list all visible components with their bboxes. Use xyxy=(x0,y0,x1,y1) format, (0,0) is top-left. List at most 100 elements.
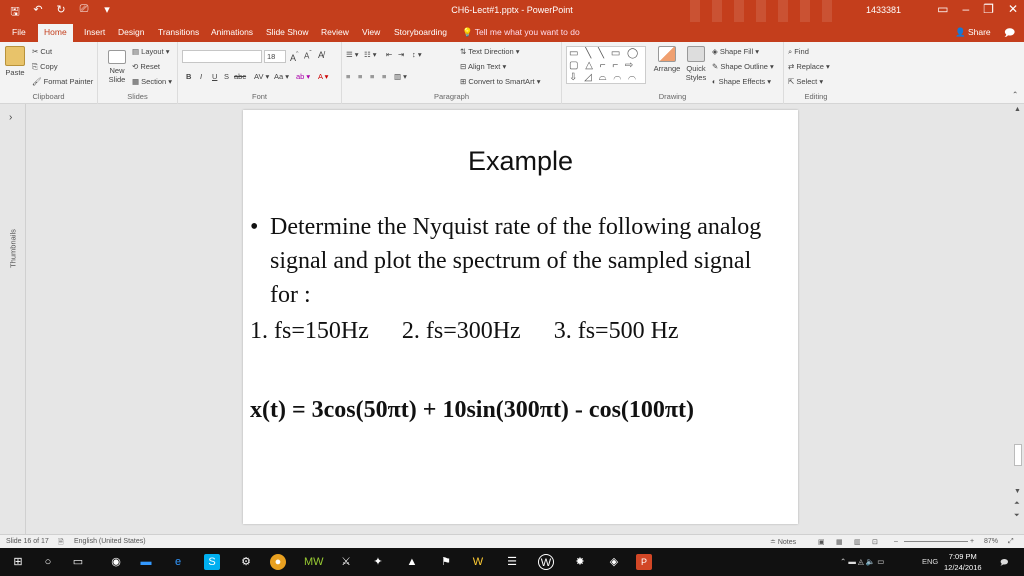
maps-icon[interactable]: ◉ xyxy=(108,554,124,570)
comments-icon[interactable]: 🗩 xyxy=(1004,26,1015,43)
decrease-indent-icon[interactable]: ⇤ xyxy=(386,50,392,59)
layout-button[interactable]: ▤ Layout ▾ xyxy=(132,47,170,56)
tab-review[interactable]: Review xyxy=(321,27,349,37)
section-button[interactable]: ▦ Section ▾ xyxy=(132,77,172,86)
thumbnails-label[interactable]: Thumbnails xyxy=(9,214,18,284)
skype-icon[interactable]: S xyxy=(204,554,220,570)
tab-animations[interactable]: Animations xyxy=(211,27,253,37)
grow-font-icon[interactable]: Aˆ xyxy=(290,50,299,63)
tab-home[interactable]: Home xyxy=(38,24,73,42)
tab-insert[interactable]: Insert xyxy=(84,27,105,37)
zoom-level[interactable]: 87% xyxy=(984,538,998,545)
paste-button[interactable]: Paste xyxy=(2,46,28,77)
bold-button[interactable]: B xyxy=(186,72,191,81)
align-center-icon[interactable]: ≡ xyxy=(358,72,362,81)
app-5-icon[interactable]: ✸ xyxy=(572,554,588,570)
highlight-icon[interactable]: ab ▾ xyxy=(296,72,310,81)
tab-slide-show[interactable]: Slide Show xyxy=(266,27,309,37)
scrollbar-thumb[interactable] xyxy=(1014,444,1022,466)
bullet-text[interactable]: • Determine the Nyquist rate of the foll… xyxy=(250,210,780,312)
italic-button[interactable]: I xyxy=(200,72,202,81)
shadow-button[interactable]: S xyxy=(224,72,229,81)
change-case-icon[interactable]: Aa ▾ xyxy=(274,72,289,81)
tab-view[interactable]: View xyxy=(362,27,380,37)
font-size-input[interactable]: 18 xyxy=(264,50,286,63)
replace-button[interactable]: ⇄ Replace ▾ xyxy=(788,62,830,71)
find-button[interactable]: ⌕ Find xyxy=(788,47,809,57)
winamp-icon[interactable]: W xyxy=(470,554,486,570)
user-name[interactable]: 1433381 xyxy=(866,5,901,15)
select-button[interactable]: ⇱ Select ▾ xyxy=(788,77,823,86)
game-app-icon[interactable]: ⚔ xyxy=(338,554,354,570)
quick-styles-button[interactable]: Quick Styles xyxy=(682,46,710,82)
align-text-button[interactable]: ⊟ Align Text ▾ xyxy=(460,62,506,71)
tab-design[interactable]: Design xyxy=(118,27,144,37)
scroll-up-icon[interactable]: ▲ xyxy=(1014,106,1021,113)
font-name-input[interactable] xyxy=(182,50,262,63)
reset-button[interactable]: ⟲ Reset xyxy=(132,62,160,71)
slideshow-view-icon[interactable]: ⊡ xyxy=(872,538,878,546)
copy-button[interactable]: ⎘ Copy xyxy=(32,62,58,72)
normal-view-icon[interactable]: ▣ xyxy=(818,538,825,546)
cortana-icon[interactable]: ○ xyxy=(40,554,56,570)
input-language[interactable]: ENG xyxy=(922,557,938,566)
shape-fill-button[interactable]: ◈ Shape Fill ▾ xyxy=(712,47,759,56)
close-icon[interactable]: ✕ xyxy=(1008,2,1018,16)
zoom-in-icon[interactable]: + xyxy=(970,538,974,545)
chrome-icon[interactable]: ● xyxy=(270,554,286,570)
format-painter-button[interactable]: 🖌 Format Painter xyxy=(32,77,93,86)
zoom-out-icon[interactable]: – xyxy=(894,538,898,545)
clear-format-icon[interactable]: A̸ xyxy=(318,50,324,60)
tab-transitions[interactable]: Transitions xyxy=(158,27,199,37)
share-button[interactable]: 👤 Share xyxy=(955,27,991,38)
convert-smartart-button[interactable]: ⊞ Convert to SmartArt ▾ xyxy=(460,77,541,86)
sorter-view-icon[interactable]: ▦ xyxy=(836,538,843,546)
numbering-icon[interactable]: ☷ ▾ xyxy=(364,50,377,59)
char-spacing-icon[interactable]: AV ▾ xyxy=(254,72,269,81)
notes-button[interactable]: ≐ Notes xyxy=(770,538,796,546)
edge-browser-icon[interactable]: e xyxy=(170,554,186,570)
file-explorer-icon[interactable]: ▬ xyxy=(138,554,154,570)
action-center-icon[interactable]: 🗩 xyxy=(1000,557,1008,570)
shape-outline-button[interactable]: ✎ Shape Outline ▾ xyxy=(712,62,774,71)
tell-me-input[interactable]: 💡 Tell me what you want to do xyxy=(462,27,580,38)
app-icon[interactable]: ☰ xyxy=(504,554,520,570)
shrink-font-icon[interactable]: Aˇ xyxy=(304,50,312,61)
expand-thumbnails-icon[interactable]: › xyxy=(9,112,12,123)
windows-start-icon[interactable]: ⊞ xyxy=(10,554,26,570)
strikethrough-button[interactable]: abc xyxy=(234,72,246,81)
line-spacing-icon[interactable]: ↕ ▾ xyxy=(412,50,422,59)
wolfram-icon[interactable]: W xyxy=(538,554,554,570)
zoom-slider[interactable] xyxy=(904,541,968,542)
ribbon-display-icon[interactable]: ▭ xyxy=(937,2,948,16)
shape-effects-button[interactable]: ◐ Shape Effects ▾ xyxy=(712,77,771,86)
next-slide-icon[interactable]: ⏷ xyxy=(1014,512,1020,520)
taskbar-clock[interactable]: 7:09 PM 12/24/2016 xyxy=(944,551,982,573)
powerpoint-taskbar-icon[interactable]: P xyxy=(636,554,652,570)
app-6-icon[interactable]: ◈ xyxy=(606,554,622,570)
prev-slide-icon[interactable]: ⏶ xyxy=(1014,500,1020,508)
game-app-3-icon[interactable]: ▲ xyxy=(404,554,420,570)
task-view-icon[interactable]: ▭ xyxy=(70,554,86,570)
vertical-scrollbar[interactable]: ▲ ▼ ⏶ ⏷ xyxy=(1012,104,1024,534)
align-left-icon[interactable]: ≡ xyxy=(346,72,350,81)
language-indicator[interactable]: English (United States) xyxy=(74,538,146,545)
tab-storyboarding[interactable]: Storyboarding xyxy=(394,27,447,37)
scroll-down-icon[interactable]: ▼ xyxy=(1014,488,1021,495)
slide-canvas[interactable]: Example • Determine the Nyquist rate of … xyxy=(243,110,798,524)
collapse-ribbon-icon[interactable]: ⌃ xyxy=(1012,90,1018,99)
bullets-icon[interactable]: ☰ ▾ xyxy=(346,50,359,59)
reading-view-icon[interactable]: ▥ xyxy=(854,538,861,546)
columns-icon[interactable]: ▥ ▾ xyxy=(394,72,407,81)
signal-formula[interactable]: x(t) = 3cos(50πt) + 10sin(300πt) - cos(1… xyxy=(250,397,694,424)
underline-button[interactable]: U xyxy=(212,72,217,81)
steam-icon[interactable]: ⚙ xyxy=(238,554,254,570)
game-app-4-icon[interactable]: ⚑ xyxy=(438,554,454,570)
new-slide-button[interactable]: New Slide xyxy=(102,50,132,84)
mw-app-icon[interactable]: MW xyxy=(304,554,324,570)
increase-indent-icon[interactable]: ⇥ xyxy=(398,50,404,59)
cut-button[interactable]: ✂ Cut xyxy=(32,47,52,56)
minimize-icon[interactable]: – xyxy=(962,2,969,16)
slide-title[interactable]: Example xyxy=(243,146,798,177)
justify-icon[interactable]: ≡ xyxy=(382,72,386,81)
